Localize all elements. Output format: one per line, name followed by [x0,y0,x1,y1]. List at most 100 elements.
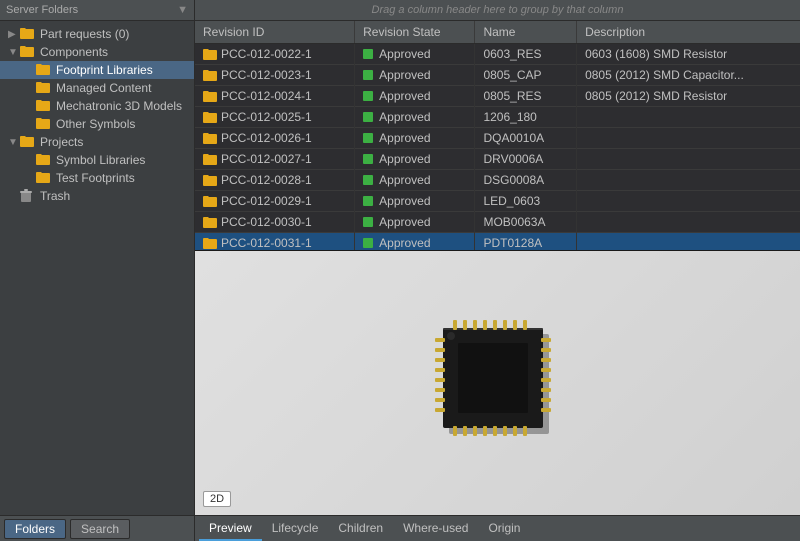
col-revision-id[interactable]: Revision ID [195,21,355,44]
cell-state: Approved [355,65,475,86]
tab-preview[interactable]: Preview [199,517,262,541]
row-folder-icon [203,237,217,249]
row-folder-icon [203,174,217,186]
sidebar-item-trash[interactable]: Trash [0,187,194,205]
sidebar-tree: ▶ Part requests (0) ▼ Components Footpri… [0,21,194,515]
sidebar-item-test-footprints[interactable]: Test Footprints [0,169,194,187]
sidebar-item-footprint-libraries[interactable]: Footprint Libraries [0,61,194,79]
cell-revision-id: PCC-012-0026-1 [195,128,355,149]
cell-description: 0805 (2012) SMD Capacitor... [577,65,800,86]
state-label: Approved [379,152,430,166]
folder-icon [20,27,34,39]
cell-state: Approved [355,44,475,65]
table-row[interactable]: PCC-012-0031-1 Approved PDT0128A [195,233,800,252]
table-row[interactable]: PCC-012-0027-1 Approved DRV0006A [195,149,800,170]
search-button[interactable]: Search [70,519,130,539]
preview-area: 2D [195,251,800,515]
sidebar-item-components[interactable]: ▼ Components [0,43,194,61]
table-row[interactable]: PCC-012-0023-1 Approved 0805_CAP 0805 (2… [195,65,800,86]
state-dot-icon [363,238,373,248]
state-label: Approved [379,236,430,250]
row-folder-icon [203,69,217,81]
tab-lifecycle[interactable]: Lifecycle [262,517,329,541]
table-row[interactable]: PCC-012-0029-1 Approved LED_0603 [195,191,800,212]
col-name[interactable]: Name [475,21,577,44]
table-row[interactable]: PCC-012-0028-1 Approved DSG0008A [195,170,800,191]
state-label: Approved [379,110,430,124]
cell-description [577,149,800,170]
sidebar-header: Server Folders ▼ [0,0,194,21]
cell-description [577,170,800,191]
cell-revision-id: PCC-012-0023-1 [195,65,355,86]
table-row[interactable]: PCC-012-0024-1 Approved 0805_RES 0805 (2… [195,86,800,107]
folder-icon [36,63,50,75]
table-header-row: Revision ID Revision State Name Descript… [195,21,800,44]
view-badge-2d[interactable]: 2D [203,491,231,507]
folder-icon [20,135,34,147]
tab-origin[interactable]: Origin [478,517,530,541]
cell-state: Approved [355,149,475,170]
folder-icon [20,45,34,57]
sidebar-label-other-symbols: Other Symbols [56,117,135,131]
icon-folder [36,99,52,113]
cell-description [577,233,800,252]
cell-state: Approved [355,191,475,212]
cell-revision-id: PCC-012-0028-1 [195,170,355,191]
cell-description [577,128,800,149]
state-label: Approved [379,131,430,145]
tab-children[interactable]: Children [328,517,393,541]
state-label: Approved [379,215,430,229]
cell-name: DRV0006A [475,149,577,170]
col-revision-state[interactable]: Revision State [355,21,475,44]
cell-name: PDT0128A [475,233,577,252]
preview-content [195,251,800,515]
group-by-header: Drag a column header here to group by th… [195,0,800,21]
folder-icon [36,81,50,93]
state-dot-icon [363,133,373,143]
tab-where-used[interactable]: Where-used [393,517,478,541]
right-panel: Drag a column header here to group by th… [195,0,800,541]
row-folder-icon [203,132,217,144]
cell-state: Approved [355,212,475,233]
state-dot-icon [363,112,373,122]
ic-chip-preview [398,293,598,473]
sidebar-item-symbol-libraries[interactable]: Symbol Libraries [0,151,194,169]
sidebar-label-mechatronic-3d: Mechatronic 3D Models [56,99,182,113]
cell-name: DSG0008A [475,170,577,191]
cell-description: 0805 (2012) SMD Resistor [577,86,800,107]
sidebar-label-part-requests: Part requests (0) [40,27,129,41]
table-row[interactable]: PCC-012-0022-1 Approved 0603_RES 0603 (1… [195,44,800,65]
sidebar-item-projects[interactable]: ▼ Projects [0,133,194,151]
cell-name: DQA0010A [475,128,577,149]
sidebar-item-part-requests[interactable]: ▶ Part requests (0) [0,25,194,43]
sidebar-item-other-symbols[interactable]: Other Symbols [0,115,194,133]
table-row[interactable]: PCC-012-0026-1 Approved DQA0010A [195,128,800,149]
cell-revision-id: PCC-012-0030-1 [195,212,355,233]
cell-state: Approved [355,170,475,191]
cell-description [577,212,800,233]
state-label: Approved [379,89,430,103]
state-label: Approved [379,194,430,208]
sidebar-collapse-icon[interactable]: ▼ [177,4,188,16]
cell-revision-id: PCC-012-0022-1 [195,44,355,65]
trash-icon [20,189,32,203]
folder-icon [36,99,50,111]
icon-folder-open [20,45,36,59]
cell-name: 0805_RES [475,86,577,107]
state-dot-icon [363,154,373,164]
state-label: Approved [379,173,430,187]
state-dot-icon [363,70,373,80]
table-row[interactable]: PCC-012-0030-1 Approved MOB0063A [195,212,800,233]
cell-state: Approved [355,86,475,107]
sidebar-item-mechatronic-3d[interactable]: Mechatronic 3D Models [0,97,194,115]
icon-folder [20,27,36,41]
table-row[interactable]: PCC-012-0025-1 Approved 1206_180 [195,107,800,128]
col-description[interactable]: Description [577,21,800,44]
sidebar-label-symbol-libraries: Symbol Libraries [56,153,145,167]
state-label: Approved [379,47,430,61]
folder-icon [36,117,50,129]
folders-button[interactable]: Folders [4,519,66,539]
cell-state: Approved [355,233,475,252]
cell-revision-id: PCC-012-0031-1 [195,233,355,252]
sidebar-item-managed-content[interactable]: Managed Content [0,79,194,97]
